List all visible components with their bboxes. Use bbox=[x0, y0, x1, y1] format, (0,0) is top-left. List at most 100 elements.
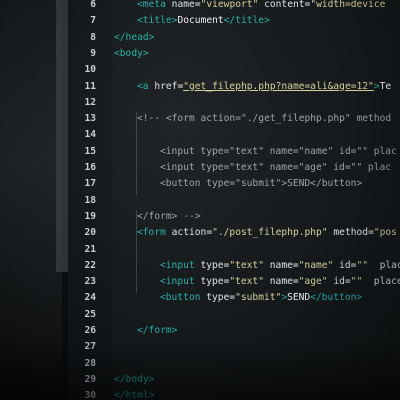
code-line[interactable]: 7 <title>Document</title> bbox=[0, 14, 400, 28]
code-token: <input bbox=[160, 276, 201, 288]
code-line[interactable]: 6 <meta name="viewport" content="width=de… bbox=[0, 0, 400, 12]
code-token: SEND bbox=[287, 292, 311, 304]
code-token: place bbox=[373, 276, 400, 288]
code-token: Te bbox=[379, 80, 392, 92]
line-code: <button type="submit">SEND</button> bbox=[160, 177, 362, 191]
line-number: 9 bbox=[90, 47, 96, 59]
code-token: </form> bbox=[137, 325, 178, 336]
code-token: "age" bbox=[298, 276, 328, 288]
line-code: <a href="get_filephp.php?name=ali&age=12… bbox=[137, 80, 391, 94]
line-number: 10 bbox=[84, 64, 96, 76]
code-line[interactable]: 11 <a href="get_filephp.php?name=ali&age=… bbox=[0, 80, 400, 94]
line-number: 22 bbox=[84, 259, 96, 271]
code-token: content bbox=[264, 0, 305, 10]
code-token: "text" bbox=[229, 259, 264, 271]
code-line[interactable]: 15 <input type="text" name="name" id="" p… bbox=[0, 145, 400, 159]
code-token: "./post_filephp.php" bbox=[212, 227, 328, 239]
code-line[interactable]: 8 </head> bbox=[0, 31, 400, 45]
code-token: name bbox=[269, 259, 293, 271]
screen-shadow bbox=[0, 340, 400, 400]
code-token: id bbox=[333, 276, 345, 288]
code-token: "pos bbox=[373, 227, 397, 239]
code-token: <!-- <form action="./get_filephp.php" me… bbox=[137, 113, 392, 125]
code-token: <input type="text" name="name" id="" pla… bbox=[160, 145, 397, 157]
code-line[interactable]: 21 bbox=[0, 243, 400, 257]
code-token: plac bbox=[379, 259, 400, 271]
line-code: </head> bbox=[114, 31, 154, 45]
line-number: 24 bbox=[84, 292, 96, 304]
line-number: 18 bbox=[84, 194, 96, 206]
code-line[interactable]: 23 <input type="text" name="age" id="" pl… bbox=[0, 275, 400, 289]
code-token: "name" bbox=[298, 259, 334, 271]
line-number: 17 bbox=[84, 178, 96, 190]
code-token: </form> --> bbox=[137, 210, 201, 222]
code-line[interactable]: 25 bbox=[0, 308, 400, 322]
code-token: "" bbox=[356, 259, 368, 271]
code-line[interactable]: 26 </form> bbox=[0, 324, 400, 338]
code-token: <button type="submit">SEND</button> bbox=[160, 178, 363, 190]
line-code: <button type="submit">SEND</button> bbox=[160, 291, 362, 305]
line-code: </form> bbox=[137, 324, 177, 338]
code-line[interactable]: 20 <form action="./post_filephp.php" meth… bbox=[0, 226, 400, 240]
line-number: 19 bbox=[84, 210, 96, 222]
line-number: 20 bbox=[84, 227, 96, 239]
code-token: </head> bbox=[114, 31, 155, 43]
code-token: <input type="text" name="age" id="" plac bbox=[160, 162, 392, 173]
line-number: 21 bbox=[84, 243, 96, 255]
code-token: <input bbox=[160, 259, 201, 271]
line-code: <form action="./post_filephp.php" method… bbox=[137, 226, 397, 240]
code-token: "text" bbox=[229, 276, 264, 288]
code-token: method bbox=[333, 227, 369, 239]
code-line[interactable]: 17 <button type="submit">SEND</button> bbox=[0, 177, 400, 191]
code-line[interactable]: 13 <!-- <form action="./get_filephp.php" … bbox=[0, 112, 400, 126]
code-token: <button bbox=[160, 292, 207, 304]
code-token: id bbox=[339, 259, 351, 271]
code-token: "submit" bbox=[235, 292, 282, 304]
code-line[interactable]: 10 bbox=[0, 63, 400, 77]
line-number: 13 bbox=[84, 113, 96, 125]
code-token: name bbox=[171, 0, 195, 10]
code-token: type bbox=[206, 292, 230, 304]
line-number: 11 bbox=[84, 80, 96, 92]
code-line[interactable]: 19 </form> --> bbox=[0, 210, 400, 224]
code-token: "width=device bbox=[310, 0, 386, 10]
code-token: type bbox=[200, 276, 224, 288]
line-code: <input type="text" name="name" id="" pla… bbox=[160, 145, 397, 159]
code-token: "viewport" bbox=[200, 0, 259, 10]
line-code: <input type="text" name="age" id="" plac… bbox=[160, 275, 400, 289]
code-token: "" bbox=[350, 276, 363, 288]
line-number: 6 bbox=[90, 0, 96, 10]
line-code: <!-- <form action="./get_filephp.php" me… bbox=[137, 112, 391, 126]
code-token: <form bbox=[137, 227, 172, 239]
line-code: <input type="text" name="name" id="" pla… bbox=[160, 259, 400, 273]
code-line[interactable]: 12 bbox=[0, 96, 400, 110]
code-token: meta bbox=[142, 0, 172, 10]
line-number: 25 bbox=[84, 308, 96, 320]
line-number: 7 bbox=[90, 15, 96, 27]
line-code: </form> --> bbox=[137, 210, 201, 224]
code-token: </button> bbox=[310, 292, 363, 304]
code-token: <a bbox=[137, 80, 155, 92]
line-number: 15 bbox=[84, 145, 96, 157]
code-line[interactable]: 9 <body> bbox=[0, 47, 400, 61]
code-line[interactable]: 16 <input type="text" name="age" id="" pl… bbox=[0, 161, 400, 175]
code-line[interactable]: 14 bbox=[0, 128, 400, 142]
code-token: </title> bbox=[223, 15, 270, 27]
code-line[interactable]: 22 <input type="text" name="name" id="" p… bbox=[0, 259, 400, 273]
code-token: Document bbox=[177, 15, 224, 27]
line-number: 26 bbox=[84, 325, 96, 336]
code-line[interactable]: 18 bbox=[0, 194, 400, 208]
line-number: 8 bbox=[90, 31, 96, 43]
code-token: <body> bbox=[114, 47, 149, 59]
code-line[interactable]: 24 <button type="submit">SEND</button> bbox=[0, 291, 400, 305]
line-code: <title>Document</title> bbox=[137, 14, 270, 28]
line-number: 23 bbox=[84, 276, 96, 288]
code-token: name bbox=[269, 276, 293, 288]
line-code: <body> bbox=[114, 47, 149, 61]
line-number: 16 bbox=[84, 162, 96, 173]
code-token: href bbox=[154, 80, 178, 92]
line-number: 14 bbox=[84, 129, 96, 141]
code-token: "get_filephp.php?name=ali&age=12" bbox=[183, 80, 374, 92]
editor-window: 6 <meta name="viewport" content="width=de… bbox=[0, 0, 400, 400]
